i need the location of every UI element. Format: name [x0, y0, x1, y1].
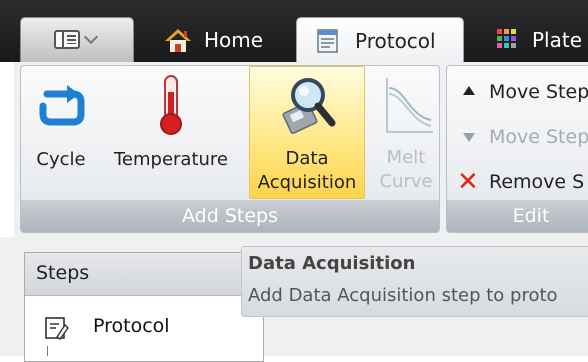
edit-group-caption: Edit — [447, 200, 588, 232]
melt-curve-label-line2: Curve — [379, 171, 433, 192]
application-menu-button[interactable] — [20, 17, 134, 62]
tab-plate-label: Plate — [532, 28, 583, 52]
tab-home-label: Home — [204, 28, 264, 52]
data-acquisition-button[interactable]: Data Acquisition — [249, 66, 365, 199]
protocol-step-icon — [45, 317, 69, 340]
chevron-down-icon — [83, 29, 99, 45]
data-acquisition-tooltip: Data Acquisition Add Data Acquisition st… — [241, 246, 588, 317]
melt-curve-button[interactable]: Melt Curve — [371, 66, 441, 199]
cycle-button-label: Cycle — [36, 149, 86, 170]
move-step-up-label: Move Step — [489, 81, 588, 103]
tooltip-description: Add Data Acquisition step to proto — [248, 285, 558, 306]
cycle-button[interactable]: Cycle — [27, 66, 95, 199]
move-step-down-label: Move Step — [489, 126, 588, 148]
steps-panel-title: Steps — [36, 262, 90, 284]
temperature-button-label: Temperature — [113, 149, 229, 170]
melt-curve-icon — [386, 78, 433, 133]
tab-home[interactable]: Home — [160, 17, 276, 62]
move-down-arrow-icon — [463, 133, 475, 142]
remove-x-icon: ✕ — [457, 167, 479, 197]
thermometer-icon — [160, 75, 182, 135]
tree-connector-line — [47, 346, 48, 356]
ribbon-panel: Cycle Temperature Data Acquisition Melt … — [14, 62, 588, 237]
temperature-button[interactable]: Temperature — [101, 66, 241, 199]
steps-tree-item-label: Protocol — [93, 315, 170, 337]
remove-step-label: Remove S — [489, 171, 585, 193]
steps-panel: Steps Protocol — [24, 252, 264, 362]
add-steps-group-caption: Add Steps — [21, 200, 439, 232]
data-acquisition-label-line2: Acquisition — [257, 172, 357, 193]
data-acquisition-icon — [282, 78, 336, 134]
add-steps-group: Cycle Temperature Data Acquisition Melt … — [20, 65, 440, 233]
tab-plate[interactable]: Plate — [488, 17, 588, 62]
home-icon — [165, 29, 191, 52]
tab-protocol-label: Protocol — [355, 29, 436, 53]
melt-curve-label-line1: Melt — [386, 147, 426, 168]
application-menu-icon — [54, 30, 80, 49]
cycle-icon — [39, 85, 85, 126]
plate-grid-icon — [497, 29, 516, 48]
tab-protocol[interactable]: Protocol — [296, 17, 464, 62]
tooltip-title: Data Acquisition — [248, 253, 416, 274]
steps-panel-header: Steps — [25, 253, 263, 296]
data-acquisition-label-line1: Data — [285, 148, 329, 169]
ribbon-tab-strip: Home Protocol Plate — [0, 0, 588, 62]
move-up-arrow-icon — [463, 86, 475, 95]
protocol-document-icon — [317, 29, 338, 53]
edit-group: Move Step Move Step ✕ Remove S Edit — [446, 65, 588, 233]
